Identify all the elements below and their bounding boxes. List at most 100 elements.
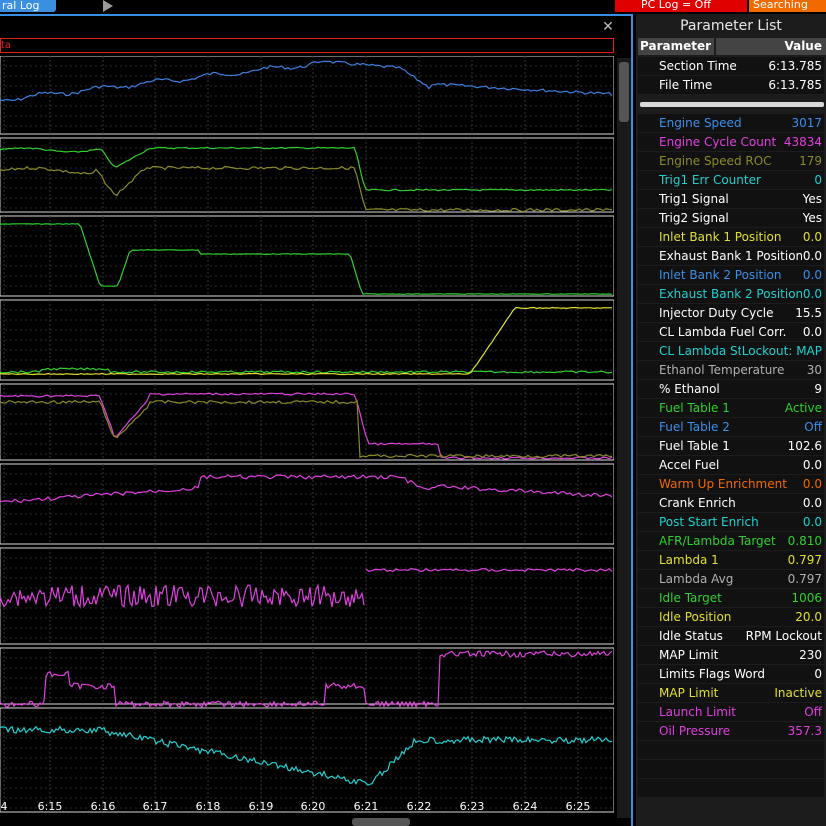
parameter-row[interactable]: Ethanol Temperature 30 [638,361,824,379]
plot-panel [0,547,614,645]
parameter-row[interactable]: Idle Position 20.0 [638,608,824,626]
searching-status: Searching [749,0,826,12]
parameter-row[interactable]: Crank Enrich 0.0 [638,494,824,512]
parameter-value: 0.0 [801,285,822,303]
parameter-value: 0.0 [801,266,822,284]
time-tick-label: 6:21 [354,800,379,813]
time-tick-label: 6:19 [249,800,274,813]
parameter-name: Fuel Table 2 [659,420,730,434]
parameter-row[interactable]: Fuel Table 2 Off [638,418,824,436]
parameter-row[interactable]: Inlet Bank 1 Position 0.0 [638,228,824,246]
parameter-name: Fuel Table 1 [659,401,730,415]
parameter-value: 179 [798,152,822,170]
parameter-value: Active [783,399,822,417]
parameter-value: 0.0 [801,456,822,474]
parameter-value: 230 [798,646,822,664]
vertical-scrollbar[interactable] [617,58,631,818]
parameter-row[interactable]: Section Time 6:13.785 [638,57,824,75]
parameter-value: Yes [801,190,822,208]
parameter-row[interactable]: Inlet Bank 2 Position 0.0 [638,266,824,284]
parameter-value: Off [803,703,822,721]
parameter-row[interactable]: AFR/Lambda Target 0.810 [638,532,824,550]
parameter-name: AFR/Lambda Target [659,534,776,548]
parameter-row[interactable]: Idle Target 1006 [638,589,824,607]
parameter-row[interactable]: Engine Speed ROC 179 [638,152,824,170]
horizontal-scroll-thumb[interactable] [352,818,410,826]
time-tick-label: 6:15 [38,800,63,813]
time-tick-label: 4 [1,800,8,813]
parameter-value: 357.3 [786,722,822,740]
column-header-value[interactable]: Value [716,38,826,55]
parameter-value: 0.810 [786,532,822,550]
empty-row [638,741,824,759]
parameter-row[interactable]: Warm Up Enrichment 0.0 [638,475,824,493]
parameter-row[interactable]: Post Start Enrich 0.0 [638,513,824,531]
parameter-row[interactable]: Exhaust Bank 2 Position 0.0 [638,285,824,303]
parameter-row[interactable]: Lambda 1 0.797 [638,551,824,569]
parameter-value: 30 [805,361,822,379]
parameter-row[interactable]: Fuel Table 1 102.6 [638,437,824,455]
top-toolbar: ral Log PC Log = Off Searching [0,0,826,14]
parameter-row[interactable]: Idle Status RPM Lockout [638,627,824,645]
parameter-value: Off [803,418,822,436]
parameter-row[interactable]: MAP Limit Inactive [638,684,824,702]
vertical-scroll-thumb[interactable] [619,62,629,122]
parameter-name: % Ethanol [659,382,720,396]
parameter-row[interactable]: MAP Limit 230 [638,646,824,664]
parameter-list-panel: Parameter List Parameter Value Section T… [636,14,826,826]
parameter-value: 102.6 [786,437,822,455]
parameter-name: Section Time [659,59,737,73]
log-tab[interactable]: ral Log [0,0,56,12]
parameter-row[interactable]: File Time 6:13.785 [638,76,824,94]
parameter-row[interactable]: Exhaust Bank 1 Position 0.0 [638,247,824,265]
close-icon[interactable]: ✕ [602,20,614,34]
parameter-name: Fuel Table 1 [659,439,730,453]
parameter-value: Inactive [773,684,822,702]
parameter-name: Engine Speed [659,116,742,130]
parameter-row[interactable]: Oil Pressure 357.3 [638,722,824,740]
time-series-plots[interactable]: 4 6:15 6:16 6:17 6:18 6:19 6:20 6:21 6:22 6:23 6:2… [0,56,614,826]
parameter-value: Lockout: MAP [740,342,822,360]
time-tick-label: 6:17 [143,800,168,813]
parameter-row[interactable]: Engine Speed 3017 [638,114,824,132]
parameter-name: Accel Fuel [659,458,720,472]
pc-log-status[interactable]: PC Log = Off [615,0,747,12]
time-tick-label: 6:20 [301,800,326,813]
parameter-name: Exhaust Bank 2 Position [659,287,804,301]
plot-panel [0,707,614,813]
parameter-name: MAP Limit [659,648,719,662]
parameter-value: RPM Lockout [744,627,822,645]
parameter-value: 6:13.785 [767,76,822,94]
parameter-value: 0.797 [786,551,822,569]
column-header-parameter[interactable]: Parameter [638,38,714,55]
parameter-name: Idle Position [659,610,732,624]
parameter-row[interactable]: CL Lambda Fuel Corr. 0.0 [638,323,824,341]
parameter-row[interactable]: Trig2 Signal Yes [638,209,824,227]
parameter-name: Lambda Avg [659,572,734,586]
parameter-name: Idle Target [659,591,722,605]
panel-title: Parameter List [636,14,826,38]
play-icon[interactable] [103,0,113,12]
channel-label-bar: ta [0,38,614,53]
parameter-value: 0.0 [801,247,822,265]
time-tick-label: 6:23 [460,800,485,813]
time-tick-label: 6:25 [566,800,591,813]
parameter-row[interactable]: Lambda Avg 0.797 [638,570,824,588]
parameter-name: Oil Pressure [659,724,731,738]
parameter-value: 3017 [790,114,822,132]
parameter-row[interactable]: Fuel Table 1 Active [638,399,824,417]
parameter-value: 0 [813,171,822,189]
parameter-row[interactable]: % Ethanol 9 [638,380,824,398]
parameter-value: 0.797 [786,570,822,588]
parameter-row[interactable]: Trig1 Signal Yes [638,190,824,208]
time-tick-label: 6:16 [91,800,116,813]
parameter-row[interactable]: Limits Flags Word 0 [638,665,824,683]
parameter-row[interactable]: Accel Fuel 0.0 [638,456,824,474]
parameter-value: 9 [813,380,822,398]
parameter-row[interactable]: Launch Limit Off [638,703,824,721]
parameter-name: Inlet Bank 1 Position [659,230,782,244]
parameter-row[interactable]: Trig1 Err Counter 0 [638,171,824,189]
parameter-row[interactable]: Injector Duty Cycle 15.5 [638,304,824,322]
parameter-row[interactable]: CL Lambda Statu Lockout: MAP [638,342,824,360]
parameter-row[interactable]: Engine Cycle Count 43834 [638,133,824,151]
